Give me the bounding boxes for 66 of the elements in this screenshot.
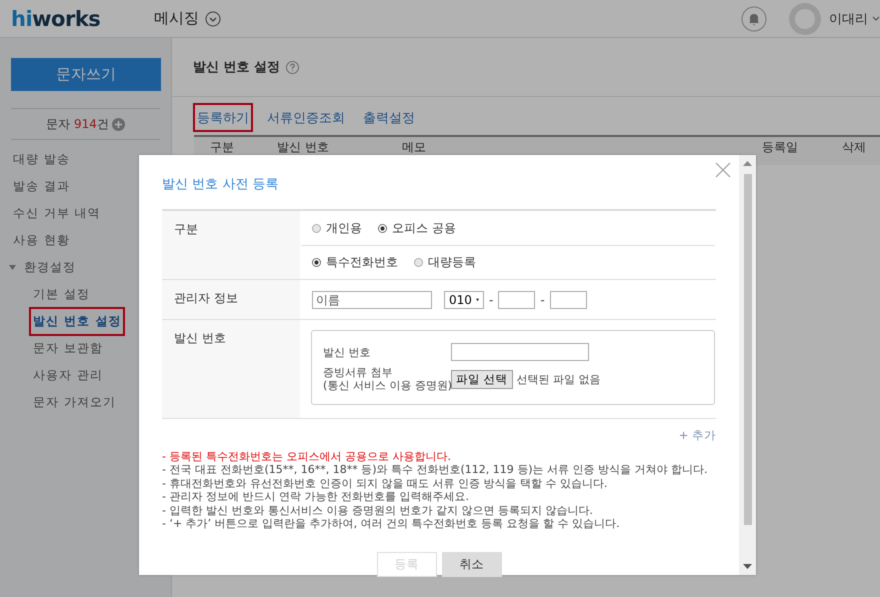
column-header: 발신 번호 [276, 139, 330, 156]
tab[interactable]: 서류인증조회 [265, 105, 347, 130]
radio-label: 대량등록 [428, 254, 476, 270]
message-credit: 문자 914건 [46, 116, 109, 132]
notice-text: - 입력한 발신 번호와 통신서비스 이용 증명원의 번호가 같지 않으면 등록되지 않습니다. [162, 504, 594, 518]
notice-text: - ‘+ 추가’ 버튼으로 입력란을 추가하여, 여러 건의 특수전화번호 등록 요청을 할 수 있습니다. [162, 517, 621, 530]
messaging-menu[interactable]: 메시징 [154, 9, 221, 28]
column-header: 등록일 [761, 139, 799, 156]
close-icon[interactable] [715, 162, 731, 178]
help-icon[interactable] [286, 60, 300, 74]
chevron-down-icon [205, 10, 221, 26]
caret-down-icon [476, 296, 479, 302]
radio-label: 개인용 [326, 220, 362, 237]
radio-label: 특수전화번호 [326, 254, 398, 270]
column-header: 구분 [209, 139, 235, 156]
field-label: 구분 [174, 222, 198, 236]
column-header: 메모 [401, 139, 427, 156]
nav-item[interactable]: 대량 발송 [11, 146, 72, 173]
caret-down-icon[interactable] [9, 265, 16, 270]
add-icon[interactable] [112, 118, 125, 130]
avatar-icon[interactable] [789, 2, 821, 34]
column-header: 삭제 [841, 139, 867, 156]
nav-item[interactable]: 환경설정 [22, 254, 78, 281]
nav-item[interactable]: 사용자 관리 [31, 363, 105, 388]
tab[interactable]: 출력설정 [361, 105, 417, 130]
radio-button[interactable] [312, 258, 321, 266]
nav-item[interactable]: 수신 거부 내역 [11, 200, 103, 227]
notice-text: - 관리자 정보에 반드시 연락 가능한 전화번호를 입력해주세요. [162, 490, 470, 504]
radio-label: 오피스 공용 [392, 220, 456, 237]
separator: - [489, 292, 494, 306]
add-link[interactable]: + 추가 [678, 428, 716, 443]
cancel-button[interactable]: 취소 [442, 552, 502, 578]
nav-item[interactable]: 발신 번호 설정 [31, 309, 124, 334]
phone-field[interactable] [550, 290, 587, 308]
tab[interactable]: 등록하기 [195, 105, 251, 130]
prefix-select[interactable]: 010 [444, 290, 484, 308]
file-button[interactable]: 파일 선택 [451, 370, 513, 388]
file-status: 선택된 파일 없음 [516, 372, 601, 386]
chevron-down-icon[interactable] [872, 14, 880, 22]
phone-field[interactable] [498, 290, 536, 308]
bell-icon[interactable] [741, 6, 767, 32]
nav-item[interactable]: 사용 현황 [11, 227, 72, 254]
nav-item[interactable]: 문자 가져오기 [31, 390, 118, 415]
page-title: 발신 번호 설정 [193, 59, 280, 76]
radio-button[interactable] [312, 224, 321, 233]
notice-text: - 등록된 특수전화번호는 오피스에서 공용으로 사용합니다. [162, 450, 452, 464]
field-label: 증빙서류 첨부 [323, 366, 394, 379]
separator: - [540, 292, 545, 306]
radio-button[interactable] [378, 224, 387, 233]
name-field[interactable]: 이름 [312, 290, 432, 308]
nav-item[interactable]: 기본 설정 [31, 282, 92, 307]
field-hint: (통신 서비스 이용 증명원) [323, 379, 451, 392]
notice-text: - 휴대전화번호와 유선전화번호 인증이 되지 않을 때도 서류 인증 방식을 택할 수 있습니다. [162, 476, 608, 490]
field-label: 관리자 정보 [174, 291, 238, 305]
nav-item[interactable]: 문자 보관함 [31, 336, 105, 361]
scrollbar[interactable] [739, 155, 756, 575]
notice-text: - 전국 대표 전화번호(15**, 16**, 18** 등)와 특수 전화번호(112, 119 등)는 서류 인증 방식을 거쳐야 합니다. [162, 463, 709, 477]
field-label: 발신 번호 [323, 346, 372, 358]
user-name[interactable]: 이대리 [829, 10, 868, 28]
nav-item[interactable]: 발송 결과 [11, 173, 72, 200]
logo[interactable]: hiworks [11, 6, 154, 30]
dialog-title: 발신 번호 사전 등록 [162, 176, 280, 193]
field-label: 발신 번호 [174, 331, 226, 345]
number-field[interactable] [451, 343, 589, 361]
compose-button[interactable]: 문자쓰기 [11, 58, 161, 91]
radio-button[interactable] [414, 258, 423, 266]
